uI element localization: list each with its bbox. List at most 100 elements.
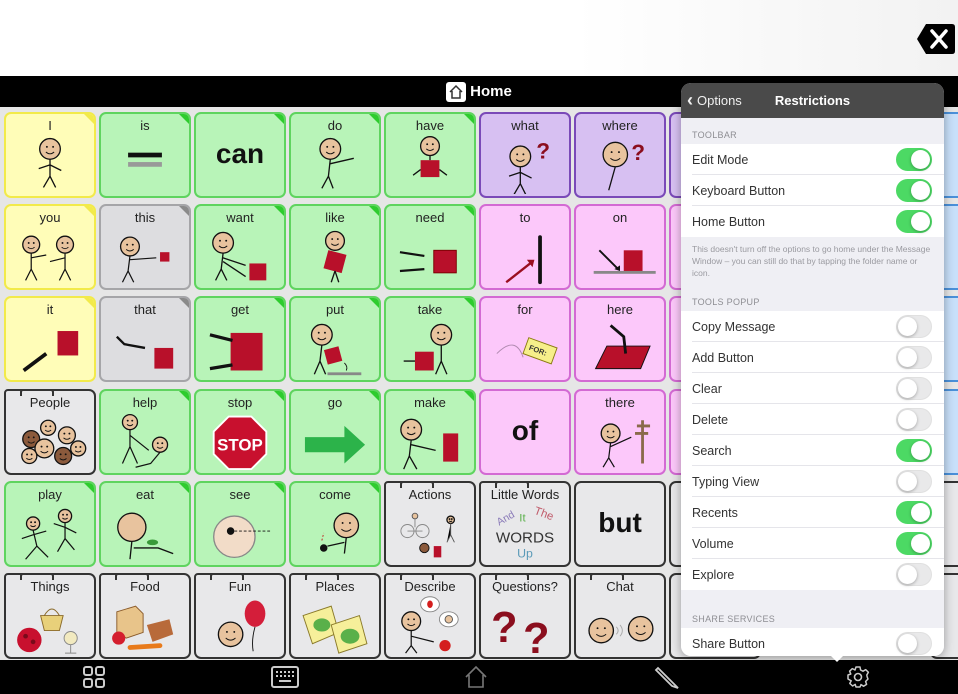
- person-helping-icon: [107, 411, 183, 469]
- symbol-tile[interactable]: need: [384, 204, 476, 290]
- symbol-tile[interactable]: stop STOP: [194, 389, 286, 475]
- keyboard-button[interactable]: [271, 664, 299, 690]
- symbol-tile[interactable]: of: [479, 389, 571, 475]
- tile-label: want: [226, 210, 254, 225]
- symbol-tile[interactable]: see: [194, 481, 286, 567]
- setting-label: Search: [692, 443, 732, 458]
- symbol-tile[interactable]: on: [574, 204, 666, 290]
- symbol-tile[interactable]: where?: [574, 112, 666, 198]
- setting-label: Explore: [692, 567, 735, 582]
- toggle-switch[interactable]: [896, 439, 932, 462]
- popover-body[interactable]: TOOLBAR Edit Mode Keyboard Button Home Butt…: [681, 118, 944, 656]
- toggle-switch[interactable]: [896, 179, 932, 202]
- tile-label: play: [38, 487, 62, 502]
- folder-tile[interactable]: Fun: [194, 573, 286, 659]
- symbol-tile[interactable]: that: [99, 296, 191, 382]
- symbol-tile[interactable]: it: [4, 296, 96, 382]
- backspace-x-icon: [917, 24, 955, 54]
- toggle-knob: [898, 472, 917, 491]
- toggle-switch[interactable]: [896, 563, 932, 586]
- toggle-switch[interactable]: [896, 346, 932, 369]
- symbol-tile[interactable]: eat: [99, 481, 191, 567]
- setting-row: Copy Message: [681, 311, 944, 342]
- restrictions-popover: ‹ Options Restrictions TOOLBAR Edit Mode K…: [681, 83, 944, 656]
- symbol-tile[interactable]: I: [4, 112, 96, 198]
- setting-row: Add Button: [681, 342, 944, 373]
- toggle-switch[interactable]: [896, 377, 932, 400]
- symbol-tile[interactable]: make: [384, 389, 476, 475]
- symbol-tile[interactable]: to: [479, 204, 571, 290]
- actions-collage-icon: [392, 503, 468, 561]
- symbol-tile[interactable]: have: [384, 112, 476, 198]
- tile-label: to: [519, 210, 531, 225]
- folder-tile[interactable]: Chat: [574, 573, 666, 659]
- svg-text:The: The: [533, 505, 556, 523]
- folder-tile[interactable]: Places: [289, 573, 381, 659]
- folder-tile[interactable]: Little Words And It The WORDS Up: [479, 481, 571, 567]
- toggle-switch[interactable]: [896, 501, 932, 524]
- settings-button[interactable]: [844, 664, 872, 690]
- symbol-tile[interactable]: can: [194, 112, 286, 198]
- toggle-switch[interactable]: [896, 315, 932, 338]
- person-hugging-box-icon: [297, 226, 373, 284]
- hand-pointing-here-icon: [582, 318, 658, 376]
- home-icon: [465, 665, 487, 688]
- tile-label: there: [605, 395, 635, 410]
- symbol-tile[interactable]: like: [289, 204, 381, 290]
- symbol-tile[interactable]: do: [289, 112, 381, 198]
- setting-label: Volume: [692, 536, 734, 551]
- symbol-tile[interactable]: you: [4, 204, 96, 290]
- symbol-tile[interactable]: there: [574, 389, 666, 475]
- symbol-tile[interactable]: for FOR:: [479, 296, 571, 382]
- setting-row: Recents: [681, 497, 944, 528]
- folder-tile[interactable]: People: [4, 389, 96, 475]
- symbol-tile[interactable]: get: [194, 296, 286, 382]
- symbol-tile[interactable]: is: [99, 112, 191, 198]
- clear-message-button[interactable]: [916, 22, 956, 56]
- toggle-switch[interactable]: [896, 632, 932, 655]
- tile-label: Little Words: [490, 487, 560, 502]
- symbol-tile[interactable]: want: [194, 204, 286, 290]
- symbol-tile[interactable]: play: [4, 481, 96, 567]
- symbol-tile[interactable]: what?: [479, 112, 571, 198]
- tile-label: see: [229, 487, 251, 502]
- setting-row: Share Button: [681, 628, 944, 656]
- folder-tile[interactable]: Describe: [384, 573, 476, 659]
- toggle-switch[interactable]: [896, 470, 932, 493]
- toggle-switch[interactable]: [896, 532, 932, 555]
- popover-title: Restrictions: [774, 93, 851, 108]
- symbol-tile[interactable]: here: [574, 296, 666, 382]
- folder-tile[interactable]: Questions???: [479, 573, 571, 659]
- app-root: Home Iis can do have what? where? you this want l…: [0, 0, 958, 694]
- tile-label: is: [140, 118, 150, 133]
- symbol-tile[interactable]: go: [289, 389, 381, 475]
- symbol-tile[interactable]: help: [99, 389, 191, 475]
- tile-label: go: [327, 395, 343, 410]
- setting-label: Delete: [692, 412, 729, 427]
- symbol-tile[interactable]: but: [574, 481, 666, 567]
- toggle-switch[interactable]: [896, 408, 932, 431]
- symbol-tile[interactable]: put: [289, 296, 381, 382]
- setting-label: Copy Message: [692, 319, 776, 334]
- message-window[interactable]: [0, 0, 958, 76]
- folder-tile[interactable]: Things: [4, 573, 96, 659]
- symbol-tile[interactable]: this: [99, 204, 191, 290]
- toggle-knob: [898, 410, 917, 429]
- edit-button[interactable]: [653, 664, 681, 690]
- grid-view-button[interactable]: [80, 664, 108, 690]
- folder-tile[interactable]: Actions: [384, 481, 476, 567]
- setting-label: Edit Mode: [692, 152, 749, 167]
- toggle-switch[interactable]: [896, 210, 932, 233]
- tile-label: put: [325, 302, 345, 317]
- toggle-switch[interactable]: [896, 148, 932, 171]
- home-button[interactable]: [462, 664, 490, 690]
- keyboard-icon: [271, 666, 299, 688]
- svg-text:?: ?: [536, 138, 550, 163]
- symbol-tile[interactable]: take: [384, 296, 476, 382]
- tile-label: stop: [227, 395, 253, 410]
- tile-label: Chat: [606, 579, 634, 594]
- person-question-icon: ?: [487, 134, 563, 194]
- person-holding-box-icon: [392, 134, 468, 192]
- symbol-tile[interactable]: come: [289, 481, 381, 567]
- folder-tile[interactable]: Food: [99, 573, 191, 659]
